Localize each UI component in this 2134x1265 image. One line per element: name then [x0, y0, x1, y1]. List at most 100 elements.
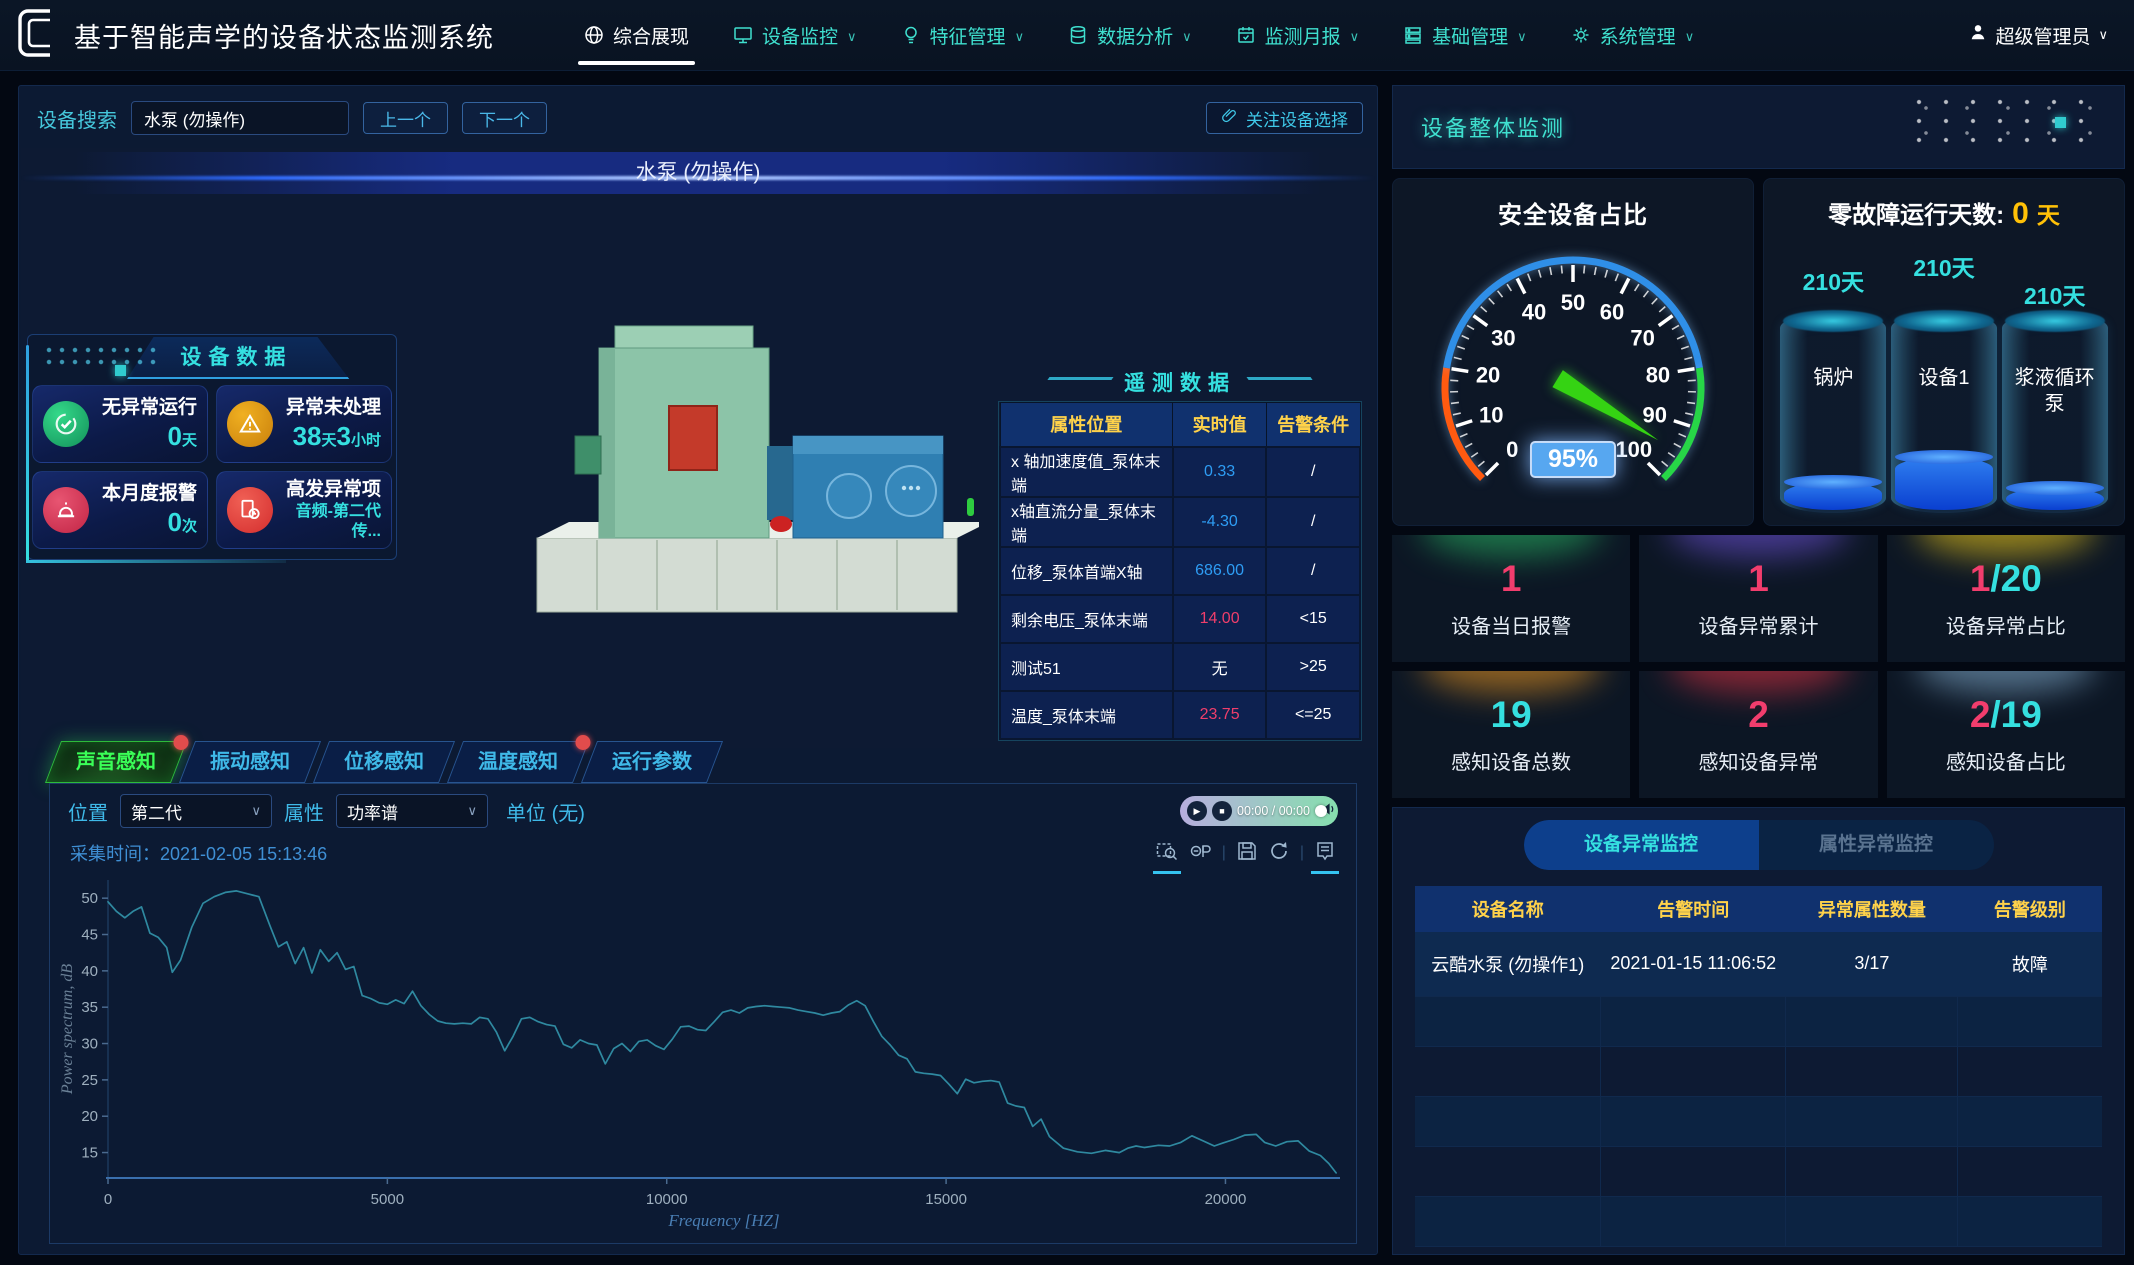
pump-3d-model — [519, 288, 979, 638]
nav-item-label: 特征管理 — [930, 22, 1006, 49]
attribute-select[interactable]: 功率谱 ∨ — [336, 794, 488, 828]
alert-badge-dot — [575, 735, 590, 750]
telemetry-row: 测试51无>25 — [1000, 643, 1360, 691]
svg-text:20: 20 — [1476, 363, 1500, 388]
prev-device-button[interactable]: 上一个 — [363, 102, 448, 134]
nav-item-monthly-report[interactable]: 监测月报∨ — [1236, 0, 1360, 71]
device-stat-value: 38天3小时 — [281, 420, 381, 453]
right-panel: 设备整体监测 安全设备占比 0102030405060708090100 95%… — [1392, 85, 2125, 1255]
chevron-down-icon: ∨ — [251, 803, 261, 819]
sense-tab-声音感知[interactable]: 声音感知 — [45, 741, 187, 783]
nav-item-feature-mgmt[interactable]: 特征管理∨ — [901, 0, 1025, 71]
monitor-row[interactable]: 云酷水泵 (勿操作1)2021-01-15 11:06:523/17故障 — [1415, 932, 2102, 996]
sense-tab-位移感知[interactable]: 位移感知 — [313, 741, 455, 783]
device-title-banner: 水泵 (勿操作) — [21, 152, 1375, 194]
svg-text:Frequency [HZ]: Frequency [HZ] — [667, 1211, 779, 1230]
spectrum-line-chart[interactable]: 152025303540455005000100001500020000Freq… — [56, 866, 1356, 1234]
nav-item-data-analysis[interactable]: 数据分析 ∨ — [1068, 0, 1192, 71]
user-menu[interactable]: 超级管理员 ∨ — [1969, 22, 2134, 49]
kpi-label: 设备异常占比 — [1887, 610, 2125, 639]
cylinder-liquid — [1895, 457, 1993, 510]
kpi-card: 1设备异常累计 — [1639, 535, 1877, 662]
telemetry-row: x 轴加速度值_泵体末端0.33/ — [1000, 447, 1360, 497]
check-circle-icon — [43, 401, 89, 447]
glow-decoration — [1421, 535, 1602, 557]
sense-tab-振动感知[interactable]: 振动感知 — [179, 741, 321, 783]
nav-item-device-monitor[interactable]: 设备监控∨ — [733, 0, 857, 71]
telemetry-value: 无 — [1173, 643, 1267, 691]
svg-text:20000: 20000 — [1205, 1191, 1247, 1208]
chevron-down-icon: ∨ — [1182, 29, 1192, 45]
sense-tab-运行参数[interactable]: 运行参数 — [581, 741, 723, 783]
zoom-box-icon[interactable] — [1156, 840, 1178, 866]
cylinder-device-name: 浆液循环泵 — [2006, 365, 2104, 417]
kpi-value: 1 — [1639, 558, 1877, 600]
nav-item-label: 设备监控 — [762, 22, 838, 49]
glow-decoration — [1421, 671, 1602, 693]
stop-button[interactable]: ■ — [1212, 801, 1232, 821]
zoom-reset-icon[interactable] — [1188, 840, 1212, 866]
kpi-value: 1/20 — [1887, 558, 2125, 600]
play-button[interactable]: ▶ — [1187, 801, 1207, 821]
telemetry-table: 属性位置实时值告警条件x 轴加速度值_泵体末端0.33/x轴直流分量_泵体末端-… — [999, 402, 1361, 740]
monitor-header: 告警时间 — [1600, 886, 1785, 932]
monitor-tab-属性异常监控[interactable]: 属性异常监控 — [1759, 820, 1994, 870]
telemetry-value: 23.75 — [1173, 691, 1267, 739]
stat-cards: 1设备当日报警1设备异常累计1/20设备异常占比19感知设备总数2感知设备异常2… — [1392, 535, 2125, 798]
sense-tab-label: 声音感知 — [76, 742, 156, 782]
svg-text:20: 20 — [81, 1108, 98, 1125]
alert-badge-dot — [173, 735, 188, 750]
nav-item-system-mgmt[interactable]: 系统管理∨ — [1571, 0, 1695, 71]
telemetry-condition: >25 — [1266, 643, 1360, 691]
device-search-input[interactable] — [131, 101, 349, 135]
cylinder-top-glow — [1894, 310, 1994, 332]
telemetry-attr: 剩余电压_泵体末端 — [1000, 595, 1173, 643]
calendar-icon — [1236, 25, 1256, 45]
anomaly-monitor-table: 设备名称告警时间异常属性数量告警级别云酷水泵 (勿操作1)2021-01-15 … — [1415, 886, 2102, 1247]
3d-viewport[interactable]: 水泵 (勿操作) — [21, 148, 1375, 748]
main-nav: 综合展现设备监控∨特征管理∨数据分析∨监测月报∨基础管理∨系统管理∨ — [584, 0, 1694, 71]
kpi-value: 19 — [1392, 694, 1630, 736]
svg-text:10000: 10000 — [646, 1191, 688, 1208]
svg-text:15: 15 — [81, 1145, 98, 1162]
telemetry-attr: 测试51 — [1000, 643, 1173, 691]
telemetry-panel: 遥测数据 属性位置实时值告警条件x 轴加速度值_泵体末端0.33/x轴直流分量_… — [999, 366, 1361, 740]
monitor-icon — [733, 25, 753, 45]
monitor-empty-row — [1415, 1046, 2102, 1096]
device-stat-card: 无异常运行0天 — [32, 385, 208, 463]
alarm-icon — [43, 487, 89, 533]
svg-text:15000: 15000 — [925, 1191, 967, 1208]
glow-decoration — [1668, 535, 1849, 557]
zero-fault-card: 零故障运行天数: 0 天 210天锅炉210天设备1210天浆液循环泵 — [1763, 178, 2125, 526]
focus-device-select-button[interactable]: 关注设备选择 — [1206, 102, 1363, 134]
app-title: 基于智能声学的设备状态监测系统 — [74, 16, 494, 55]
telemetry-value: 0.33 — [1173, 447, 1267, 497]
next-device-button[interactable]: 下一个 — [462, 102, 547, 134]
svg-text:35: 35 — [81, 999, 98, 1016]
restore-icon[interactable] — [1268, 840, 1290, 866]
anomaly-monitor-tabs: 设备异常监控属性异常监控 — [1524, 820, 1994, 870]
monitor-empty-row — [1415, 1146, 2102, 1196]
location-select[interactable]: 第二代 ∨ — [120, 794, 272, 828]
kpi-value: 2/19 — [1887, 694, 2125, 736]
nav-item-label: 数据分析 — [1097, 22, 1173, 49]
kpi-value: 1 — [1392, 558, 1630, 600]
telemetry-attr: 温度_泵体末端 — [1000, 691, 1173, 739]
device-data-title: 设备数据 — [115, 337, 359, 379]
sense-tab-温度感知[interactable]: 温度感知 — [447, 741, 589, 783]
monitor-empty-row — [1415, 1096, 2102, 1146]
nav-item-overview[interactable]: 综合展现 — [584, 0, 689, 71]
zero-fault-title: 零故障运行天数: — [1828, 195, 2004, 230]
monitor-tab-设备异常监控[interactable]: 设备异常监控 — [1524, 820, 1759, 870]
nav-item-basic-mgmt[interactable]: 基础管理∨ — [1403, 0, 1527, 71]
audio-player: ▶ ■ 00:00 / 00:00 — [1180, 796, 1338, 826]
kpi-label: 设备当日报警 — [1392, 610, 1630, 639]
database-icon — [1068, 25, 1088, 45]
data-view-icon[interactable] — [1314, 840, 1336, 866]
device-title: 水泵 (勿操作) — [21, 152, 1375, 194]
chevron-down-icon: ∨ — [1685, 29, 1695, 45]
save-image-icon[interactable] — [1236, 840, 1258, 866]
brand: 基于智能声学的设备状态监测系统 — [0, 6, 494, 65]
zero-fault-value: 0 — [2012, 197, 2029, 231]
svg-text:40: 40 — [1522, 299, 1546, 324]
